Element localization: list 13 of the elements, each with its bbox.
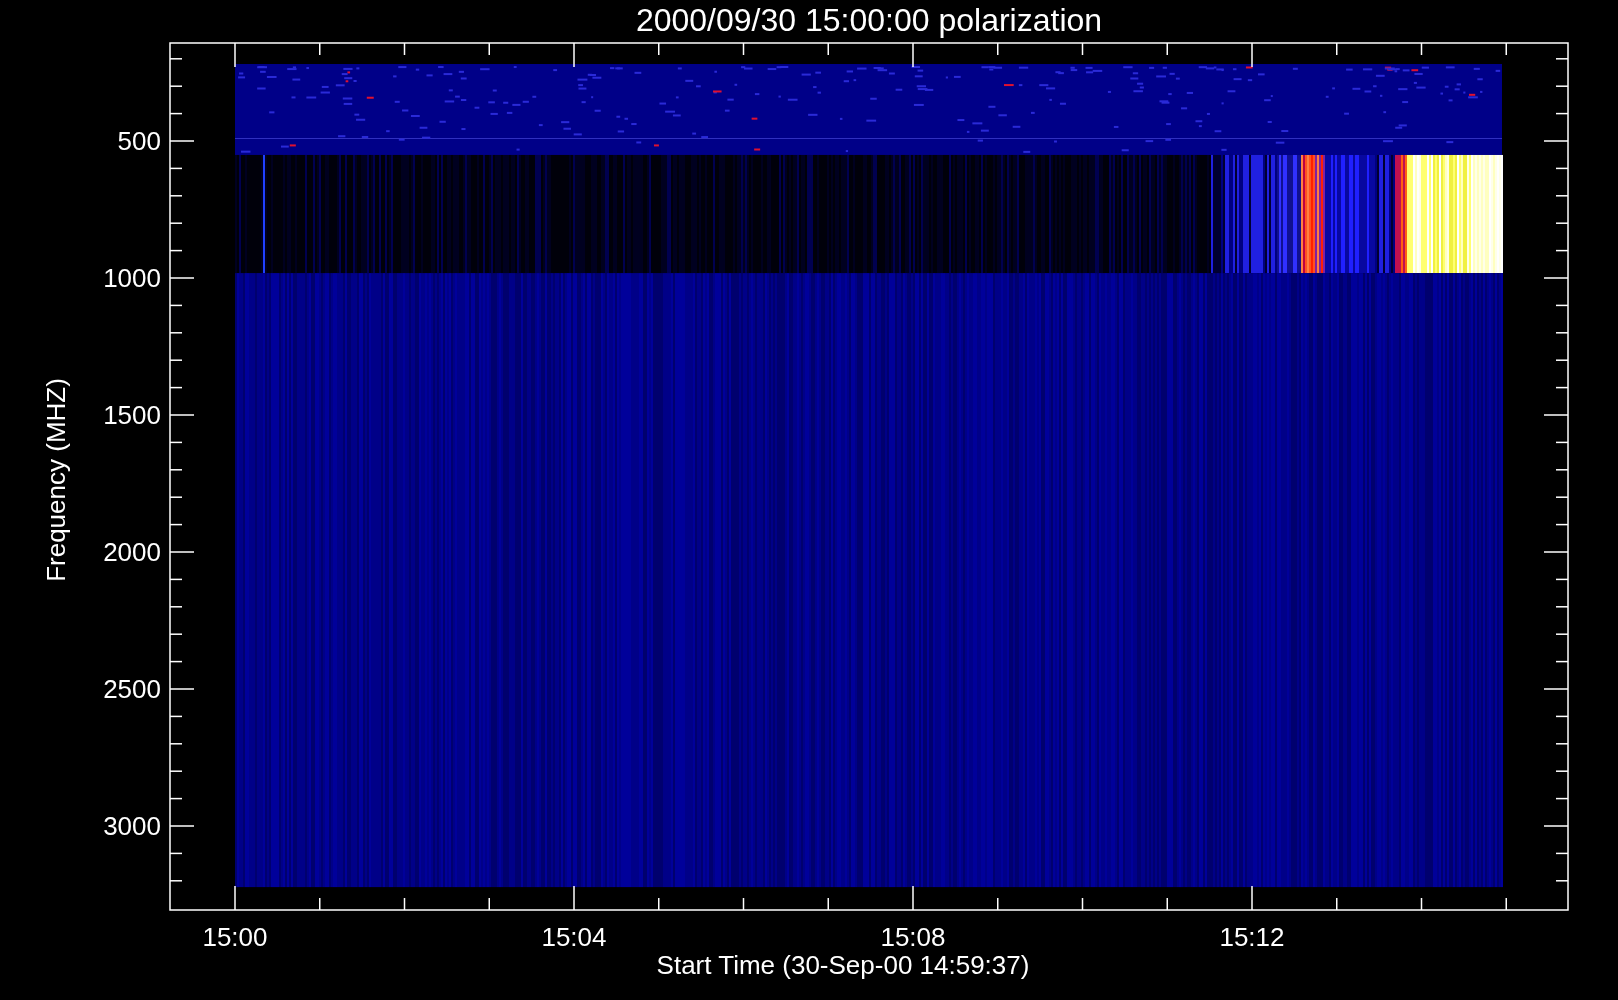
plot-title: 2000/09/30 15:00:00 polarization <box>635 2 1103 38</box>
y-tick-label: 1000 <box>103 263 161 293</box>
y-axis-label: Frequency (MHZ) <box>41 378 71 582</box>
y-tick-label: 500 <box>117 126 161 156</box>
x-axis-label: Start Time (30-Sep-00 14:59:37) <box>656 950 1030 980</box>
x-tick-label: 15:00 <box>202 922 268 952</box>
x-tick-label: 15:12 <box>1219 922 1285 952</box>
y-tick-label: 3000 <box>103 811 161 841</box>
y-tick-label: 1500 <box>103 400 161 430</box>
y-tick-label: 2000 <box>103 537 161 567</box>
y-tick-label: 2500 <box>103 674 161 704</box>
x-tick-label: 15:04 <box>541 922 607 952</box>
x-tick-label: 15:08 <box>880 922 946 952</box>
